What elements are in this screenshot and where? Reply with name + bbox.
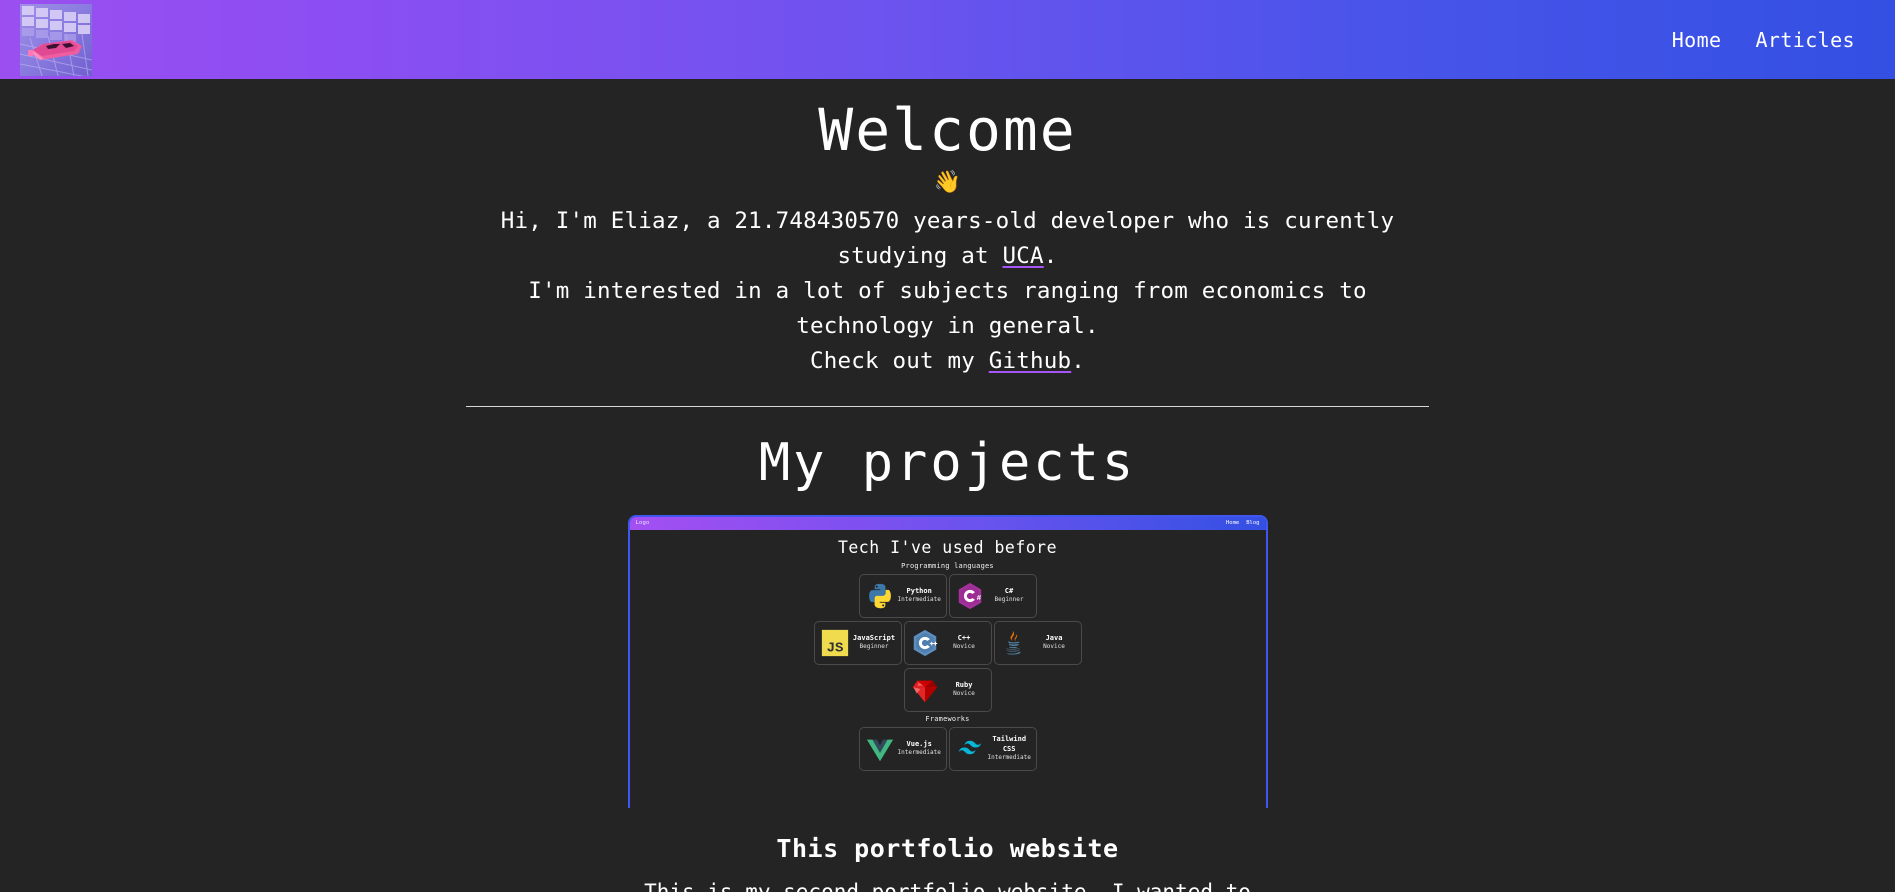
uca-link[interactable]: UCA xyxy=(1002,243,1043,269)
tech-name: C++ xyxy=(957,633,971,642)
svg-text:JS: JS xyxy=(826,640,843,656)
pixel-car-logo-icon xyxy=(20,3,92,76)
tech-text: Tailwind CSS Intermediate xyxy=(988,735,1031,762)
site-header: Home Articles xyxy=(0,0,1895,79)
tech-name: Ruby xyxy=(955,680,973,689)
tech-card-tailwindcss: Tailwind CSS Intermediate xyxy=(948,726,1037,771)
tech-row: Python Intermediate # C# Beginner xyxy=(630,573,1266,618)
tech-level: Intermediate xyxy=(897,749,941,757)
intro-line-2: I'm interested in a lot of subjects rang… xyxy=(528,277,1367,339)
waving-hand-icon: 👋 xyxy=(933,169,962,195)
tech-name: Vue.js xyxy=(906,739,932,748)
intro-line-1: Hi, I'm Eliaz, a 21.748430570 years-old … xyxy=(468,204,1428,274)
tailwindcss-icon xyxy=(955,734,985,764)
tech-level: Novice xyxy=(953,690,975,698)
tech-text: C++ Novice xyxy=(943,634,986,652)
preview-heading: Tech I've used before xyxy=(837,537,1058,557)
tech-row: Vue.js Intermediate Tailwind CSS Interme… xyxy=(630,726,1266,771)
intro-paragraph: Hi, I'm Eliaz, a 21.748430570 years-old … xyxy=(468,204,1428,379)
tech-text: JavaScript Beginner xyxy=(853,634,896,652)
intro-line-1-text: Hi, I'm Eliaz, a 21.748430570 years-old … xyxy=(500,207,1395,269)
page-title: Welcome xyxy=(818,96,1077,164)
section-divider xyxy=(466,405,1429,407)
java-icon xyxy=(1000,628,1030,658)
preview-header: Logo Home Blog xyxy=(629,516,1266,530)
preview-nav-blog: Blog xyxy=(1246,520,1260,527)
cplusplus-icon xyxy=(910,628,940,658)
tech-level: Novice xyxy=(953,643,975,651)
project-card-portfolio: Logo Home Blog Tech I've used before Pro… xyxy=(627,514,1268,892)
preview-navigation: Home Blog xyxy=(1226,520,1260,526)
tech-row: Ruby Novice xyxy=(630,667,1266,712)
intro-line-1-period: . xyxy=(1043,242,1058,269)
tech-name: Java xyxy=(1045,633,1063,642)
tech-card-javascript: JS JavaScript Beginner xyxy=(813,620,902,665)
tech-card-csharp: # C# Beginner xyxy=(948,573,1037,618)
preview-section-label-languages: Programming languages xyxy=(901,561,994,570)
projects-heading: My projects xyxy=(758,432,1137,493)
tech-card-python: Python Intermediate xyxy=(858,573,947,618)
project-preview-frame[interactable]: Logo Home Blog Tech I've used before Pro… xyxy=(627,514,1268,808)
tech-card-ruby: Ruby Novice xyxy=(903,667,992,712)
tech-card-java: Java Novice xyxy=(993,620,1082,665)
tech-level: Beginner xyxy=(994,596,1024,604)
tech-text: Java Novice xyxy=(1033,634,1076,652)
github-link[interactable]: Github xyxy=(989,348,1071,374)
ruby-icon xyxy=(910,675,940,705)
site-logo-link[interactable] xyxy=(20,3,92,76)
main-content: Welcome 👋 Hi, I'm Eliaz, a 21.748430570 … xyxy=(0,79,1895,892)
project-description: This is my second portfolio website. I w… xyxy=(644,879,1251,892)
tech-text: C# Beginner xyxy=(988,587,1031,605)
tech-row: JS JavaScript Beginner C++ Novice Java N… xyxy=(630,620,1266,665)
preview-section-label-frameworks: Frameworks xyxy=(925,714,970,723)
tech-card-vuejs: Vue.js Intermediate xyxy=(858,726,947,771)
tech-level: Intermediate xyxy=(987,754,1031,762)
intro-line-3-period: . xyxy=(1071,347,1085,374)
tech-name: Python xyxy=(906,586,932,595)
vuejs-icon xyxy=(865,734,895,764)
preview-body: Tech I've used before Programming langua… xyxy=(630,530,1266,771)
intro-line-3-text: Check out my xyxy=(810,347,989,374)
tech-text: Python Intermediate xyxy=(898,587,941,605)
tech-name: C# xyxy=(1004,586,1014,595)
javascript-icon: JS xyxy=(820,628,850,658)
intro-line-3: Check out my Github. xyxy=(468,344,1428,379)
tech-text: Vue.js Intermediate xyxy=(898,740,941,758)
tech-card-cplusplus: C++ Novice xyxy=(903,620,992,665)
csharp-icon: # xyxy=(955,581,985,611)
main-navigation: Home Articles xyxy=(1672,28,1855,52)
preview-nav-home: Home xyxy=(1226,520,1240,527)
svg-text:#: # xyxy=(976,594,981,602)
nav-link-articles[interactable]: Articles xyxy=(1755,28,1855,52)
tech-name: Tailwind CSS xyxy=(992,735,1027,753)
nav-link-home[interactable]: Home xyxy=(1672,28,1722,52)
tech-level: Novice xyxy=(1043,643,1065,651)
preview-logo-label: Logo xyxy=(635,520,650,527)
python-icon xyxy=(865,581,895,611)
project-title: This portfolio website xyxy=(776,833,1119,863)
tech-name: JavaScript xyxy=(852,633,896,642)
tech-level: Intermediate xyxy=(897,596,941,604)
tech-text: Ruby Novice xyxy=(943,681,986,699)
tech-level: Beginner xyxy=(859,643,889,651)
